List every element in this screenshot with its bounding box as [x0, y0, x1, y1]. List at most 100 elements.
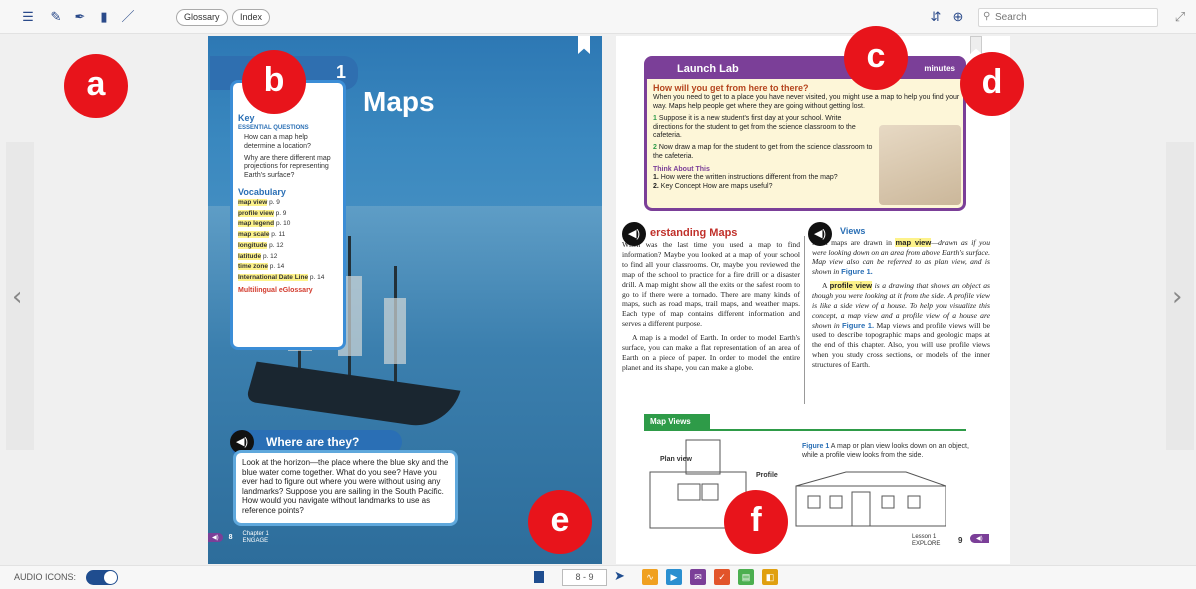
- audio-tab-icon[interactable]: ◀): [208, 533, 223, 543]
- map-views-tab: Map Views: [644, 414, 710, 430]
- right-page: Launch Lab minutes How will you get from…: [616, 36, 1010, 564]
- annotation-label-b: b: [242, 50, 306, 114]
- vocabulary-item[interactable]: map legend p. 10: [238, 220, 338, 229]
- table-of-contents-icon[interactable]: ☰: [20, 9, 36, 25]
- column-views: Views Most maps are drawn in map view—dr…: [812, 226, 990, 370]
- vocabulary-item[interactable]: profile view p. 9: [238, 209, 338, 219]
- left-page-footer: ◀) 8 Chapter 1 ENGAGE: [208, 531, 269, 544]
- vocab-page: p. 12: [262, 252, 278, 260]
- vocab-term[interactable]: latitude: [238, 252, 262, 260]
- paragraph: When was the last time you used a map to…: [622, 240, 800, 329]
- vocabulary-item[interactable]: longitude p. 12: [238, 241, 338, 251]
- bottom-toolbar: AUDIO ICONS: 8 - 9 ➤ ∿ ▶ ✉ ✓ ▤ ◧: [0, 565, 1196, 589]
- pen-icon[interactable]: ✒: [72, 9, 88, 25]
- launch-lab-body: How will you get from here to there? Whe…: [653, 83, 959, 192]
- audio-tab-icon[interactable]: ◀): [970, 534, 989, 543]
- vocabulary-item[interactable]: International Date Line p. 14: [238, 274, 338, 283]
- vocab-term[interactable]: International Date Line: [238, 274, 309, 282]
- fullscreen-icon[interactable]: ⤢: [1172, 9, 1188, 25]
- think-item: How were the written instructions differ…: [660, 174, 838, 182]
- vocabulary-item[interactable]: latitude p. 12: [238, 252, 338, 262]
- bookmark-icon[interactable]: [578, 36, 590, 54]
- footer-section: ENGAGE: [242, 537, 269, 544]
- vocab-page: p. 12: [269, 241, 284, 249]
- vocab-term[interactable]: map legend: [238, 220, 275, 228]
- top-toolbar: ☰ ✎ ✒ ▮ ／ Glossary Index ⇵ ⊕ ⚲ ⤢: [0, 0, 1196, 34]
- highlighter-icon[interactable]: ✎: [48, 9, 64, 25]
- annotation-label-c: c: [844, 26, 908, 90]
- vocab-term[interactable]: map view: [238, 198, 268, 206]
- launch-lab-header: Launch Lab minutes: [647, 59, 963, 79]
- video-icon[interactable]: ▶: [666, 569, 682, 585]
- big-idea-box: Key ESSENTIAL QUESTIONS How can a map he…: [230, 80, 346, 350]
- audio-speaker-icon[interactable]: ◀): [808, 222, 832, 246]
- vocab-term[interactable]: longitude: [238, 241, 268, 249]
- profile-label: Profile: [756, 472, 778, 479]
- vocabulary-item[interactable]: map view p. 9: [238, 198, 338, 208]
- text-run: A: [822, 281, 828, 291]
- chevron-right-icon: ›: [1172, 282, 1183, 312]
- chevron-left-icon: ‹: [12, 282, 23, 312]
- audio-icons-toggle[interactable]: [86, 570, 118, 585]
- toggle-knob: [104, 571, 117, 584]
- essential-questions-label: ESSENTIAL QUESTIONS: [238, 125, 309, 131]
- launch-step: Now draw a map for the student to get fr…: [653, 144, 873, 160]
- vocab-page: p. 11: [271, 231, 286, 239]
- vocab-term[interactable]: map scale: [238, 231, 270, 239]
- section-heading: erstanding Maps: [650, 227, 738, 239]
- essential-question: How can a map help determine a location?: [244, 134, 311, 150]
- worksheet-icon[interactable]: ▤: [738, 569, 754, 585]
- think-heading: Think About This: [653, 165, 710, 173]
- line-tool-icon[interactable]: ／: [120, 9, 136, 25]
- launch-lab-minutes: minutes: [924, 64, 955, 73]
- bookmark-icon[interactable]: [970, 36, 982, 54]
- launch-intro: When you need to get to a place you have…: [653, 94, 960, 110]
- students-photo: [879, 125, 961, 205]
- audio-speaker-icon[interactable]: ◀): [622, 222, 646, 246]
- vocab-page: p. 14: [309, 274, 325, 282]
- vocab-page: p. 14: [269, 263, 285, 271]
- discussion-icon[interactable]: ✉: [690, 569, 706, 585]
- zoom-icon[interactable]: ⊕: [950, 9, 966, 25]
- figure-link[interactable]: Figure 1.: [842, 321, 874, 330]
- vocab-highlight[interactable]: profile view: [829, 281, 873, 291]
- page-number: 9: [958, 536, 963, 545]
- multilingual-eglossary-link[interactable]: Multilingual eGlossary: [238, 287, 338, 294]
- vocabulary-item[interactable]: map scale p. 11: [238, 231, 338, 240]
- figure-link[interactable]: Figure 1.: [841, 267, 873, 276]
- index-button[interactable]: Index: [232, 9, 271, 26]
- vocab-term[interactable]: time zone: [238, 263, 268, 271]
- fit-page-icon[interactable]: ⇵: [928, 9, 944, 25]
- vocabulary-item[interactable]: time zone p. 14: [238, 263, 338, 272]
- plan-view-label: Plan view: [660, 456, 692, 463]
- assessment-icon[interactable]: ✓: [714, 569, 730, 585]
- resource-icon[interactable]: ◧: [762, 569, 778, 585]
- vocab-page: p. 9: [275, 209, 287, 217]
- vocab-term[interactable]: profile view: [238, 209, 274, 217]
- go-to-page-arrow-icon[interactable]: ➤: [614, 568, 625, 584]
- search-input[interactable]: [995, 10, 1155, 25]
- next-page-button[interactable]: ›: [1166, 142, 1194, 450]
- vocabulary-heading: Vocabulary: [238, 186, 286, 197]
- audio-icons-label: AUDIO ICONS:: [14, 572, 77, 582]
- annotation-label-e: e: [528, 490, 592, 554]
- column-understanding-maps: erstanding Maps When was the last time y…: [622, 226, 800, 372]
- launch-lab-title: Launch Lab: [677, 63, 739, 75]
- figure-number: Figure 1: [802, 443, 830, 450]
- page-number-input[interactable]: 8 - 9: [562, 569, 607, 586]
- footer-chapter: Chapter 1: [242, 531, 269, 537]
- search-box[interactable]: ⚲: [978, 8, 1158, 27]
- previous-page-button[interactable]: ‹: [6, 142, 34, 450]
- bookmark-icon[interactable]: ▮: [96, 9, 112, 25]
- annotation-label-d: d: [960, 52, 1024, 116]
- column-divider: [804, 236, 805, 404]
- glossary-button[interactable]: Glossary: [176, 9, 228, 26]
- footer-lesson: Lesson 1: [912, 534, 937, 540]
- single-page-view-icon[interactable]: [534, 571, 544, 583]
- annotation-label-a: a: [64, 54, 128, 118]
- think-item: Key Concept How are maps useful?: [660, 183, 773, 190]
- vocab-highlight[interactable]: map view: [895, 237, 932, 247]
- section-heading: Views: [840, 226, 866, 236]
- where-are-they-text: Look at the horizon—the place where the …: [233, 450, 458, 526]
- graph-tool-icon[interactable]: ∿: [642, 569, 658, 585]
